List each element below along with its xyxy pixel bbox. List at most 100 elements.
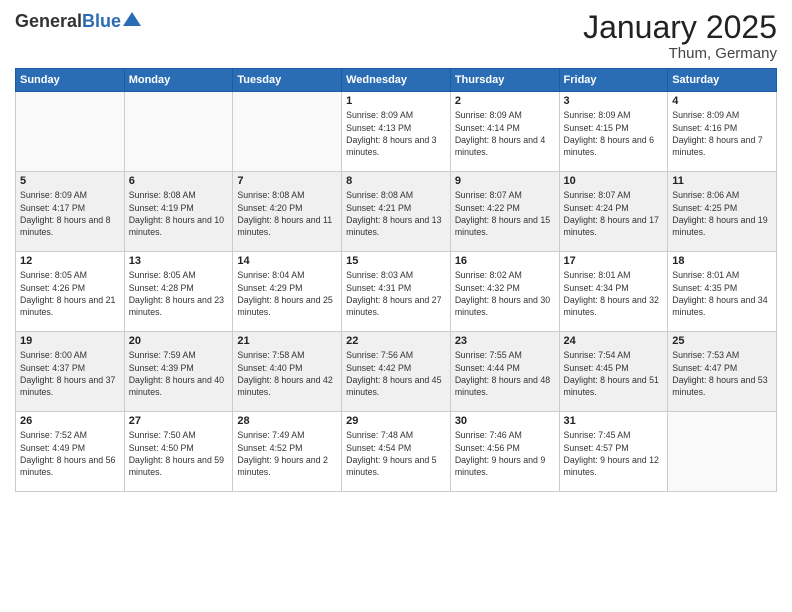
calendar-row-5: 26Sunrise: 7:52 AM Sunset: 4:49 PM Dayli… (16, 412, 777, 492)
col-wednesday: Wednesday (342, 69, 451, 92)
day-number: 9 (455, 175, 555, 187)
day-info: Sunrise: 7:55 AM Sunset: 4:44 PM Dayligh… (455, 349, 555, 398)
table-row: 13 Sunrise: 8:05 AM Sunset: 4:28 PM Dayli… (124, 252, 233, 332)
day-info: Sunrise: 8:01 AM Sunset: 4:34 PM Dayligh… (564, 269, 664, 318)
table-row: 20 Sunrise: 7:59 AM Sunset: 4:39 PM Dayli… (124, 332, 233, 412)
day-number: 4 (672, 95, 772, 107)
page: GeneralBlue January 2025 Thum, Germany S… (0, 0, 792, 612)
calendar-row-4: 19 Sunrise: 8:00 AM Sunset: 4:37 PM Dayli… (16, 332, 777, 412)
table-row: 31Sunrise: 7:45 AM Sunset: 4:57 PM Dayli… (559, 412, 668, 492)
logo-general-text: General (15, 11, 82, 32)
day-info: Sunrise: 8:09 AM Sunset: 4:16 PM Dayligh… (672, 109, 772, 158)
table-row: 17 Sunrise: 8:01 AM Sunset: 4:34 PM Dayli… (559, 252, 668, 332)
table-row: 22Sunrise: 7:56 AM Sunset: 4:42 PM Dayli… (342, 332, 451, 412)
day-info: Sunrise: 8:05 AM Sunset: 4:28 PM Dayligh… (129, 269, 229, 318)
day-info: Sunrise: 7:48 AM Sunset: 4:54 PM Dayligh… (346, 429, 446, 478)
day-info: Sunrise: 8:08 AM Sunset: 4:19 PM Dayligh… (129, 189, 229, 238)
day-info: Sunrise: 8:09 AM Sunset: 4:17 PM Dayligh… (20, 189, 120, 238)
col-monday: Monday (124, 69, 233, 92)
table-row: 26Sunrise: 7:52 AM Sunset: 4:49 PM Dayli… (16, 412, 125, 492)
table-row: 6 Sunrise: 8:08 AM Sunset: 4:19 PM Daylig… (124, 172, 233, 252)
day-number: 1 (346, 95, 446, 107)
table-row: 5 Sunrise: 8:09 AM Sunset: 4:17 PM Daylig… (16, 172, 125, 252)
day-info: Sunrise: 8:04 AM Sunset: 4:29 PM Dayligh… (237, 269, 337, 318)
day-number: 25 (672, 335, 772, 347)
day-info: Sunrise: 7:59 AM Sunset: 4:39 PM Dayligh… (129, 349, 229, 398)
logo: GeneralBlue (15, 10, 141, 33)
day-info: Sunrise: 7:52 AM Sunset: 4:49 PM Dayligh… (20, 429, 120, 478)
day-number: 12 (20, 255, 120, 267)
day-info: Sunrise: 8:07 AM Sunset: 4:22 PM Dayligh… (455, 189, 555, 238)
table-row: 8Sunrise: 8:08 AM Sunset: 4:21 PM Daylig… (342, 172, 451, 252)
day-number: 6 (129, 175, 229, 187)
day-info: Sunrise: 8:09 AM Sunset: 4:13 PM Dayligh… (346, 109, 446, 158)
day-number: 5 (20, 175, 120, 187)
table-row (233, 92, 342, 172)
day-number: 16 (455, 255, 555, 267)
table-row: 21Sunrise: 7:58 AM Sunset: 4:40 PM Dayli… (233, 332, 342, 412)
day-number: 20 (129, 335, 229, 347)
day-number: 10 (564, 175, 664, 187)
table-row: 9 Sunrise: 8:07 AM Sunset: 4:22 PM Daylig… (450, 172, 559, 252)
table-row: 23Sunrise: 7:55 AM Sunset: 4:44 PM Dayli… (450, 332, 559, 412)
day-number: 15 (346, 255, 446, 267)
day-info: Sunrise: 7:56 AM Sunset: 4:42 PM Dayligh… (346, 349, 446, 398)
calendar-row-2: 5 Sunrise: 8:09 AM Sunset: 4:17 PM Daylig… (16, 172, 777, 252)
table-row: 25Sunrise: 7:53 AM Sunset: 4:47 PM Dayli… (668, 332, 777, 412)
col-tuesday: Tuesday (233, 69, 342, 92)
day-info: Sunrise: 8:07 AM Sunset: 4:24 PM Dayligh… (564, 189, 664, 238)
day-number: 24 (564, 335, 664, 347)
table-row: 24 Sunrise: 7:54 AM Sunset: 4:45 PM Dayli… (559, 332, 668, 412)
header: GeneralBlue January 2025 Thum, Germany (15, 10, 777, 62)
table-row: 27 Sunrise: 7:50 AM Sunset: 4:50 PM Dayli… (124, 412, 233, 492)
day-number: 3 (564, 95, 664, 107)
day-number: 14 (237, 255, 337, 267)
table-row: 30Sunrise: 7:46 AM Sunset: 4:56 PM Dayli… (450, 412, 559, 492)
logo-blue-text: Blue (82, 11, 121, 32)
table-row: 14 Sunrise: 8:04 AM Sunset: 4:29 PM Dayli… (233, 252, 342, 332)
table-row: 10 Sunrise: 8:07 AM Sunset: 4:24 PM Dayli… (559, 172, 668, 252)
day-info: Sunrise: 8:05 AM Sunset: 4:26 PM Dayligh… (20, 269, 120, 318)
day-number: 13 (129, 255, 229, 267)
day-info: Sunrise: 8:03 AM Sunset: 4:31 PM Dayligh… (346, 269, 446, 318)
table-row: 11 Sunrise: 8:06 AM Sunset: 4:25 PM Dayli… (668, 172, 777, 252)
day-info: Sunrise: 8:09 AM Sunset: 4:14 PM Dayligh… (455, 109, 555, 158)
table-row: 29Sunrise: 7:48 AM Sunset: 4:54 PM Dayli… (342, 412, 451, 492)
day-number: 28 (237, 415, 337, 427)
table-row: 3Sunrise: 8:09 AM Sunset: 4:15 PM Daylig… (559, 92, 668, 172)
calendar-row-1: 1 Sunrise: 8:09 AM Sunset: 4:13 PM Daylig… (16, 92, 777, 172)
table-row (668, 412, 777, 492)
calendar-row-3: 12 Sunrise: 8:05 AM Sunset: 4:26 PM Dayli… (16, 252, 777, 332)
col-friday: Friday (559, 69, 668, 92)
table-row: 16 Sunrise: 8:02 AM Sunset: 4:32 PM Dayli… (450, 252, 559, 332)
table-row: 12 Sunrise: 8:05 AM Sunset: 4:26 PM Dayli… (16, 252, 125, 332)
title-block: January 2025 Thum, Germany (583, 10, 777, 62)
table-row (16, 92, 125, 172)
col-sunday: Sunday (16, 69, 125, 92)
day-number: 27 (129, 415, 229, 427)
day-info: Sunrise: 7:50 AM Sunset: 4:50 PM Dayligh… (129, 429, 229, 478)
day-info: Sunrise: 8:01 AM Sunset: 4:35 PM Dayligh… (672, 269, 772, 318)
day-number: 21 (237, 335, 337, 347)
day-info: Sunrise: 8:08 AM Sunset: 4:20 PM Dayligh… (237, 189, 337, 238)
day-number: 11 (672, 175, 772, 187)
day-number: 7 (237, 175, 337, 187)
table-row: 1 Sunrise: 8:09 AM Sunset: 4:13 PM Daylig… (342, 92, 451, 172)
col-thursday: Thursday (450, 69, 559, 92)
day-info: Sunrise: 8:00 AM Sunset: 4:37 PM Dayligh… (20, 349, 120, 398)
table-row: 2 Sunrise: 8:09 AM Sunset: 4:14 PM Daylig… (450, 92, 559, 172)
day-info: Sunrise: 7:46 AM Sunset: 4:56 PM Dayligh… (455, 429, 555, 478)
day-info: Sunrise: 8:06 AM Sunset: 4:25 PM Dayligh… (672, 189, 772, 238)
day-number: 17 (564, 255, 664, 267)
day-number: 31 (564, 415, 664, 427)
table-row: 7 Sunrise: 8:08 AM Sunset: 4:20 PM Daylig… (233, 172, 342, 252)
day-number: 19 (20, 335, 120, 347)
day-number: 2 (455, 95, 555, 107)
calendar-table: Sunday Monday Tuesday Wednesday Thursday… (15, 68, 777, 492)
table-row: 28Sunrise: 7:49 AM Sunset: 4:52 PM Dayli… (233, 412, 342, 492)
day-info: Sunrise: 7:54 AM Sunset: 4:45 PM Dayligh… (564, 349, 664, 398)
table-row: 15 Sunrise: 8:03 AM Sunset: 4:31 PM Dayli… (342, 252, 451, 332)
day-info: Sunrise: 8:02 AM Sunset: 4:32 PM Dayligh… (455, 269, 555, 318)
calendar-subtitle: Thum, Germany (583, 45, 777, 62)
logo-text: GeneralBlue (15, 10, 141, 33)
